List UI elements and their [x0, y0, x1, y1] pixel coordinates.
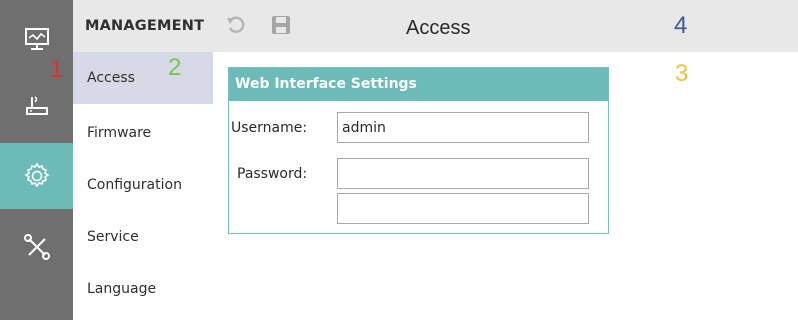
panel-title: Web Interface Settings	[229, 68, 608, 101]
rail-item-management[interactable]	[0, 143, 73, 209]
submenu-title: MANAGEMENT	[73, 0, 213, 52]
rail-item-tools[interactable]	[0, 214, 73, 280]
save-button[interactable]	[268, 12, 294, 38]
password-label: Password:	[237, 166, 308, 182]
undo-button[interactable]	[223, 12, 249, 38]
undo-icon	[227, 16, 245, 33]
gear-icon	[24, 162, 49, 188]
annotation-4: 4	[674, 12, 688, 39]
submenu-item-service[interactable]: Service	[73, 211, 213, 263]
password-field[interactable]	[337, 158, 589, 189]
submenu-item-firmware[interactable]: Firmware	[73, 107, 213, 159]
username-field[interactable]	[337, 112, 589, 143]
submenu-item-configuration[interactable]: Configuration	[73, 159, 213, 211]
management-submenu: MANAGEMENT Access Firmware Configuration…	[73, 0, 213, 320]
submenu-item-label: Service	[87, 229, 139, 245]
annotation-1: 1	[50, 56, 64, 83]
tools-icon	[23, 234, 50, 260]
main-nav-rail	[0, 0, 73, 320]
submenu-item-language[interactable]: Language	[73, 263, 213, 315]
router-icon	[25, 96, 48, 115]
page-title: Access	[406, 17, 471, 39]
monitor-icon	[24, 28, 49, 50]
save-icon	[272, 16, 290, 34]
top-toolbar: Access	[213, 0, 798, 52]
annotation-3: 3	[675, 60, 689, 87]
annotation-2: 2	[168, 54, 182, 81]
password-confirm-field[interactable]	[337, 193, 589, 224]
web-interface-settings-panel: Web Interface Settings Username: Passwor…	[228, 67, 609, 234]
username-label: Username:	[231, 120, 308, 136]
submenu-item-label: Configuration	[87, 177, 182, 193]
submenu-item-label: Access	[87, 70, 135, 86]
submenu-item-label: Language	[87, 281, 157, 297]
submenu-item-access[interactable]: Access	[73, 52, 213, 104]
submenu-item-label: Firmware	[87, 125, 152, 141]
